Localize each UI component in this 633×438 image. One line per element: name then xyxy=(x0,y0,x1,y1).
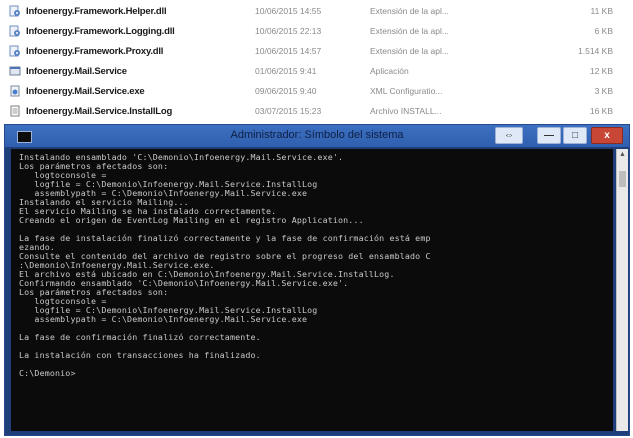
file-size: 16 KB xyxy=(589,106,613,116)
file-type: XML Configuratio... xyxy=(370,86,443,96)
file-row[interactable]: Infoenergy.Framework.Helper.dll 10/06/20… xyxy=(0,2,633,20)
file-type: Extensión de la apl... xyxy=(370,26,449,36)
file-name: Infoenergy.Framework.Proxy.dll xyxy=(26,45,164,57)
file-date: 10/06/2015 14:57 xyxy=(255,46,322,56)
file-name: Infoenergy.Mail.Service.exe xyxy=(26,85,145,97)
file-date: 03/07/2015 15:23 xyxy=(255,106,322,116)
console-prompt[interactable]: C:\Demonio> xyxy=(19,369,76,378)
window-titlebar[interactable]: Administrador: Símbolo del sistema ⇔ — □… xyxy=(5,125,629,147)
file-date: 01/06/2015 9:41 xyxy=(255,66,317,76)
file-date: 10/06/2015 22:13 xyxy=(255,26,322,36)
dll-file-icon xyxy=(9,45,21,57)
file-size: 3 KB xyxy=(594,86,613,96)
application-file-icon xyxy=(9,65,21,77)
console-output[interactable]: Instalando ensamblado 'C:\Demonio\Infoen… xyxy=(11,149,613,431)
file-name: Infoenergy.Framework.Logging.dll xyxy=(26,25,175,37)
console-line: La instalación con transacciones ha fina… xyxy=(19,350,261,360)
console-line: assemblypath = C:\Demonio\Infoenergy.Mai… xyxy=(19,314,308,324)
close-button[interactable]: x xyxy=(591,127,623,144)
file-row[interactable]: Infoenergy.Mail.Service.exe 09/06/2015 9… xyxy=(0,82,633,100)
dll-file-icon xyxy=(9,5,21,17)
file-date: 10/06/2015 14:55 xyxy=(255,6,322,16)
console-line: Creando el origen de EventLog Mailing en… xyxy=(19,215,364,225)
explorer-file-list: Infoenergy.Framework.Helper.dll 10/06/20… xyxy=(0,0,633,126)
file-date: 09/06/2015 9:40 xyxy=(255,86,317,96)
console-line: La fase de confirmación finalizó correct… xyxy=(19,332,261,342)
file-row[interactable]: Infoenergy.Framework.Logging.dll 10/06/2… xyxy=(0,22,633,40)
file-size: 6 KB xyxy=(594,26,613,36)
file-row[interactable]: Infoenergy.Mail.Service.InstallLog 03/07… xyxy=(0,102,633,120)
file-row[interactable]: Infoenergy.Framework.Proxy.dll 10/06/201… xyxy=(0,42,633,60)
vertical-scrollbar[interactable]: ▲ xyxy=(616,149,628,431)
file-size: 12 KB xyxy=(589,66,613,76)
file-row[interactable]: Infoenergy.Mail.Service 01/06/2015 9:41 … xyxy=(0,62,633,80)
file-name: Infoenergy.Framework.Helper.dll xyxy=(26,5,167,17)
config-file-icon xyxy=(9,85,21,97)
maximize-button[interactable]: □ xyxy=(563,127,587,144)
file-type: Archivo INSTALL... xyxy=(370,106,442,116)
snap-button[interactable]: ⇔ xyxy=(495,127,523,144)
command-prompt-window[interactable]: Administrador: Símbolo del sistema ⇔ — □… xyxy=(4,124,630,436)
file-type: Extensión de la apl... xyxy=(370,46,449,56)
file-type: Aplicación xyxy=(370,66,409,76)
scroll-up-arrow-icon[interactable]: ▲ xyxy=(617,149,628,161)
scroll-thumb[interactable] xyxy=(619,171,626,187)
file-size: 11 KB xyxy=(590,6,613,16)
file-size: 1.514 KB xyxy=(578,46,613,56)
window-title: Administrador: Símbolo del sistema xyxy=(230,129,404,141)
log-file-icon xyxy=(9,105,21,117)
minimize-button[interactable]: — xyxy=(537,127,561,144)
console-line: La fase de instalación finalizó correcta… xyxy=(19,233,431,243)
file-name: Infoenergy.Mail.Service.InstallLog xyxy=(26,105,173,117)
file-type: Extensión de la apl... xyxy=(370,6,449,16)
file-name: Infoenergy.Mail.Service xyxy=(26,65,127,77)
dll-file-icon xyxy=(9,25,21,37)
